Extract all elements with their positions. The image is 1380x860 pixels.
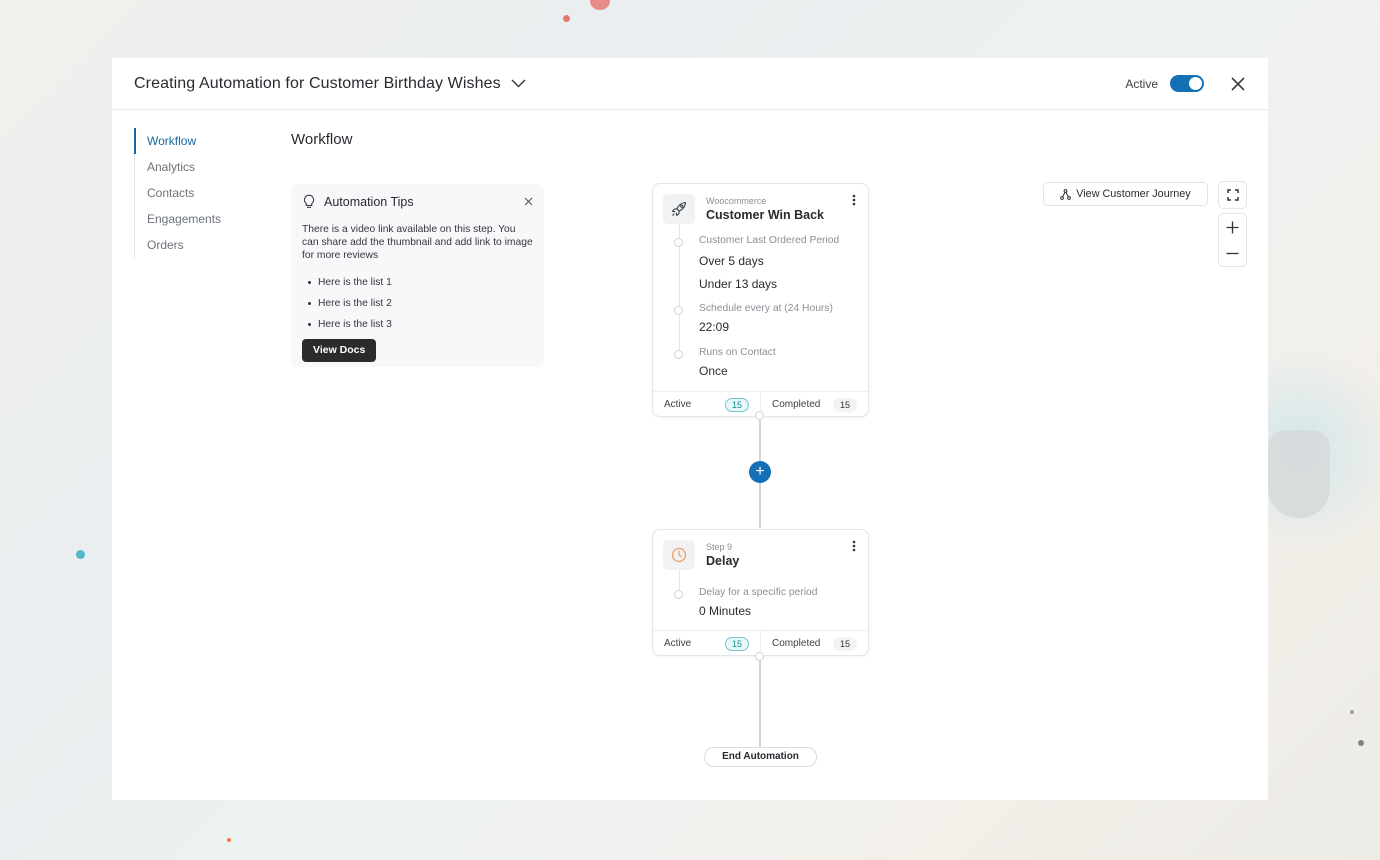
node-field: Customer Last Ordered Period Over 5 days… [674,234,859,291]
field-value: Once [699,364,728,378]
field-label: Schedule every at (24 Hours) [699,303,833,314]
node-source: Woocommerce [706,196,767,206]
fullscreen-control [1218,181,1247,209]
view-docs-button[interactable]: View Docs [302,339,377,362]
workflow-node-trigger[interactable]: Woocommerce Customer Win Back Customer L… [652,183,869,417]
node-field: Delay for a specific period 0 Minutes [674,587,859,618]
field-dot [674,350,683,359]
background-dot [76,550,85,559]
node-timeline [679,570,680,592]
tips-description: There is a video link available on this … [302,224,533,261]
end-automation-button[interactable]: End Automation [704,747,817,767]
connector-line [759,656,761,748]
field-value: Under 13 days [699,277,778,291]
tips-header: Automation Tips [302,194,533,209]
sidebar-item-orders[interactable]: Orders [135,232,221,258]
sidebar-item-analytics[interactable]: Analytics [135,154,221,180]
modal-header: Creating Automation for Customer Birthda… [112,58,1268,110]
background-dot [590,0,610,10]
background-dot [1350,710,1354,714]
active-count-badge: 15 [724,397,749,412]
automation-tips-card: Automation Tips There is a video link av… [291,184,544,367]
list-item: Here is the list 1 [302,272,533,293]
completed-count-badge: 15 [832,636,857,651]
rocket-icon [663,194,695,224]
chevron-down-icon[interactable] [511,79,526,88]
tips-list: Here is the list 1 Here is the list 2 He… [302,272,533,335]
node-header: Step 9 Delay [653,530,868,570]
node-body: Delay for a specific period 0 Minutes [653,570,868,630]
node-header: Woocommerce Customer Win Back [653,184,868,224]
list-item: Here is the list 3 [302,314,533,335]
more-options-icon[interactable] [852,194,856,206]
background-dot [563,15,570,22]
clock-icon [663,540,695,570]
node-name: Delay [706,554,740,568]
header-controls: Active [1125,75,1246,92]
view-customer-journey-button[interactable]: View Customer Journey [1043,182,1208,206]
node-field: Runs on Contact Once [674,347,859,378]
field-label: Delay for a specific period [699,587,818,598]
field-dot [674,590,683,599]
field-dot [674,238,683,247]
zoom-controls [1218,213,1247,267]
zoom-out-icon[interactable] [1219,240,1246,266]
node-port [755,411,764,420]
active-label: Active [664,399,692,410]
sidebar-item-engagements[interactable]: Engagements [135,206,221,232]
completed-count-badge: 15 [832,397,857,412]
node-body: Customer Last Ordered Period Over 5 days… [653,224,868,391]
node-source: Step 9 [706,542,733,552]
more-options-icon[interactable] [852,540,856,552]
background-dot [1358,740,1364,746]
lightbulb-icon [302,194,316,209]
field-value: Over 5 days [699,254,764,268]
page-title: Workflow [291,131,353,148]
active-label: Active [664,638,692,649]
modal-title: Creating Automation for Customer Birthda… [134,74,501,92]
node-titles: Woocommerce Customer Win Back [706,196,824,222]
background-blob [1268,430,1330,518]
field-value: 22:09 [699,320,730,334]
side-navigation: Workflow Analytics Contacts Engagements … [134,128,221,258]
completed-label: Completed [772,399,821,410]
field-value: 0 Minutes [699,604,752,618]
background-dot [227,838,231,842]
list-item: Here is the list 2 [302,293,533,314]
completed-stat: Completed 15 [760,631,868,656]
node-field: Schedule every at (24 Hours) 22:09 [674,303,859,334]
sidebar-item-contacts[interactable]: Contacts [135,180,221,206]
completed-stat: Completed 15 [760,392,868,417]
field-label: Runs on Contact [699,347,776,358]
close-icon[interactable] [524,197,533,206]
active-count-badge: 15 [724,636,749,651]
completed-label: Completed [772,638,821,649]
active-toggle[interactable] [1170,75,1204,92]
field-dot [674,306,683,315]
tips-title: Automation Tips [324,194,414,209]
journey-icon [1060,188,1072,200]
zoom-in-icon[interactable] [1219,214,1246,240]
toggle-knob [1189,77,1202,90]
journey-label: View Customer Journey [1076,188,1191,200]
add-step-button[interactable]: + [749,461,771,483]
sidebar-item-workflow[interactable]: Workflow [134,128,221,154]
fullscreen-icon[interactable] [1219,182,1246,208]
automation-modal: Creating Automation for Customer Birthda… [112,58,1268,800]
node-name: Customer Win Back [706,208,824,222]
node-titles: Step 9 Delay [706,542,739,568]
active-stat: Active 15 [653,631,760,656]
active-stat: Active 15 [653,392,760,417]
node-port [755,652,764,661]
workflow-node-delay[interactable]: Step 9 Delay Delay for a specific period… [652,529,869,656]
status-label: Active [1125,76,1158,91]
close-icon[interactable] [1230,76,1246,92]
